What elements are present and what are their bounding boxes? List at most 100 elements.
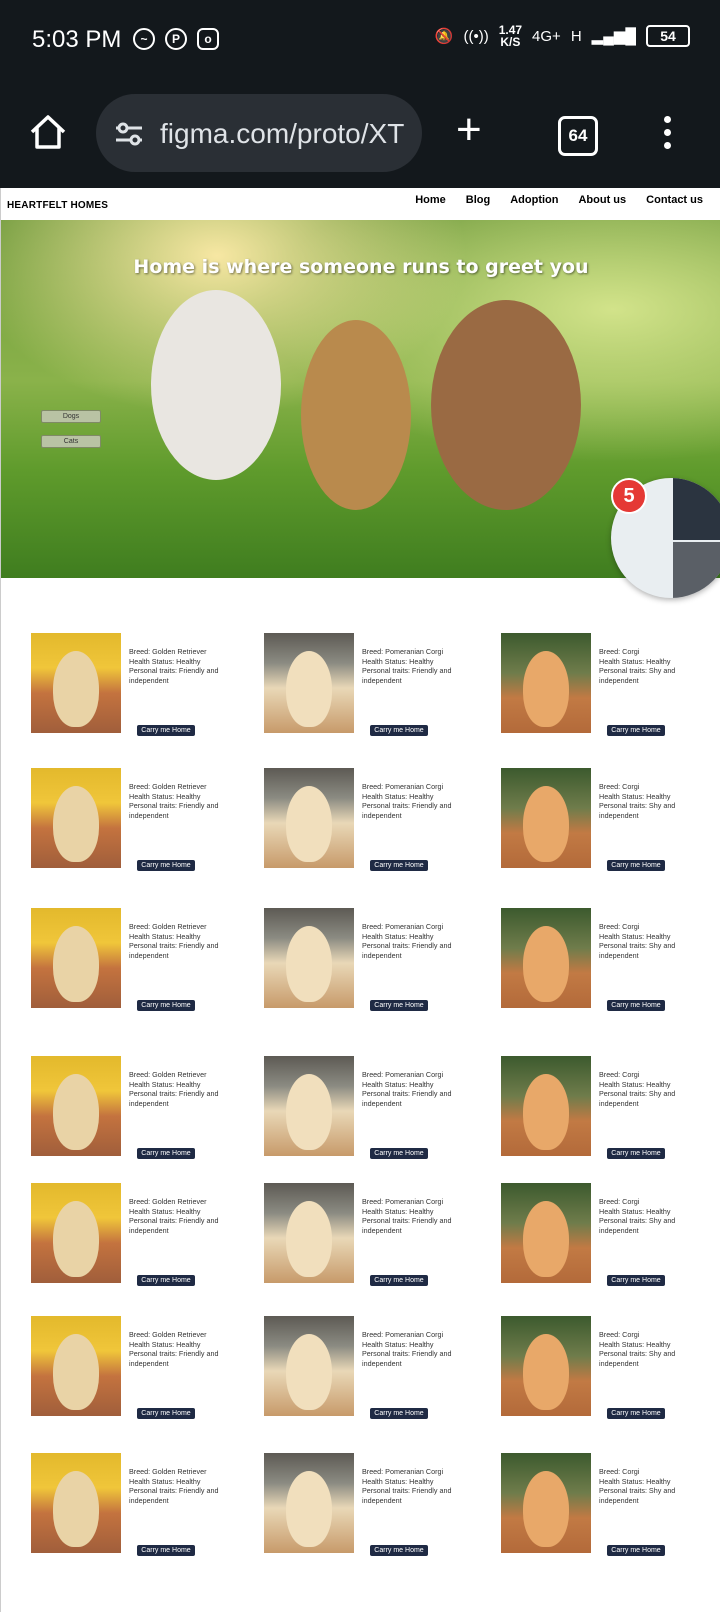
pet-figure [53, 651, 99, 727]
carry-me-home-button[interactable]: Carry me Home [137, 1000, 195, 1011]
pet-card-golden: Breed: Golden Retriever Health Status: He… [31, 1453, 241, 1563]
carry-me-home-button[interactable]: Carry me Home [607, 1545, 665, 1556]
pet-breed: Breed: Golden Retriever [129, 1070, 207, 1079]
nav-blog[interactable]: Blog [466, 194, 490, 206]
carry-me-home-button[interactable]: Carry me Home [370, 1408, 428, 1419]
pet-traits: Personal traits: Friendly and independen… [129, 941, 219, 960]
pet-traits: Personal traits: Friendly and independen… [129, 1349, 219, 1368]
pet-info: Breed: Golden Retriever Health Status: He… [129, 1070, 239, 1108]
site-settings-icon[interactable] [114, 122, 144, 146]
carry-me-home-button[interactable]: Carry me Home [370, 1148, 428, 1159]
pet-card-corgi: Breed: Corgi Health Status: Healthy Person… [501, 633, 711, 743]
pet-photo [31, 1056, 121, 1156]
pet-breed: Breed: Pomeranian Corgi [362, 1467, 444, 1476]
carry-me-home-button[interactable]: Carry me Home [137, 1148, 195, 1159]
hero-title: Home is where someone runs to greet you [133, 256, 589, 278]
nav-about[interactable]: About us [578, 194, 626, 206]
pet-health: Health Status: Healthy [362, 1339, 434, 1349]
pet-photo [264, 768, 354, 868]
pet-info: Breed: Pomeranian Corgi Health Status: He… [362, 1197, 472, 1235]
pet-health: Health Status: Healthy [362, 1079, 434, 1089]
site-nav: HEARTFELT HOMES Home Blog Adoption About… [1, 188, 720, 220]
carry-me-home-button[interactable]: Carry me Home [137, 725, 195, 736]
pet-health: Health Status: Healthy [129, 1206, 201, 1216]
pet-breed: Breed: Golden Retriever [129, 1467, 207, 1476]
carry-me-home-button[interactable]: Carry me Home [607, 860, 665, 871]
network-type: 4G+ [532, 27, 561, 45]
carry-me-home-button[interactable]: Carry me Home [607, 1148, 665, 1159]
pet-card-pom: Breed: Pomeranian Corgi Health Status: He… [264, 1453, 474, 1563]
pet-info: Breed: Corgi Health Status: Healthy Person… [599, 1070, 709, 1108]
more-menu-icon[interactable] [664, 116, 672, 155]
carry-me-home-button[interactable]: Carry me Home [607, 725, 665, 736]
kitten-tabby [301, 320, 411, 510]
pet-card-golden: Breed: Golden Retriever Health Status: He… [31, 1316, 241, 1426]
pet-traits: Personal traits: Friendly and independen… [362, 1089, 452, 1108]
pet-info: Breed: Corgi Health Status: Healthy Person… [599, 782, 709, 820]
pet-health: Health Status: Healthy [129, 931, 201, 941]
carry-me-home-button[interactable]: Carry me Home [370, 1000, 428, 1011]
carry-me-home-button[interactable]: Carry me Home [137, 860, 195, 871]
carry-me-home-button[interactable]: Carry me Home [370, 1275, 428, 1286]
nav-home[interactable]: Home [415, 194, 446, 206]
carry-me-home-button[interactable]: Carry me Home [370, 860, 428, 871]
pet-traits: Personal traits: Shy and independent [599, 1486, 676, 1505]
pet-photo [31, 1453, 121, 1553]
pet-info: Breed: Golden Retriever Health Status: He… [129, 1467, 239, 1505]
pet-health: Health Status: Healthy [129, 1339, 201, 1349]
pet-traits: Personal traits: Shy and independent [599, 666, 676, 685]
pet-info: Breed: Pomeranian Corgi Health Status: He… [362, 1070, 472, 1108]
filter-dogs-button[interactable]: Dogs [41, 410, 101, 423]
home-icon[interactable] [28, 112, 68, 152]
pet-photo [501, 908, 591, 1008]
pet-card-golden: Breed: Golden Retriever Health Status: He… [31, 768, 241, 878]
carry-me-home-button[interactable]: Carry me Home [137, 1275, 195, 1286]
chat-avatar-1 [673, 478, 720, 540]
pet-figure [523, 926, 569, 1002]
nav-adoption[interactable]: Adoption [510, 194, 558, 206]
pet-health: Health Status: Healthy [599, 1339, 671, 1349]
pinterest-icon: P [165, 28, 187, 50]
carry-me-home-button[interactable]: Carry me Home [137, 1545, 195, 1556]
pet-card-pom: Breed: Pomeranian Corgi Health Status: He… [264, 633, 474, 743]
pet-info: Breed: Corgi Health Status: Healthy Person… [599, 1197, 709, 1235]
pet-health: Health Status: Healthy [362, 1206, 434, 1216]
pet-info: Breed: Pomeranian Corgi Health Status: He… [362, 922, 472, 960]
pet-traits: Personal traits: Friendly and independen… [129, 666, 219, 685]
pet-breed: Breed: Corgi [599, 782, 640, 791]
new-tab-icon[interactable]: + [456, 108, 482, 152]
pet-figure [286, 1201, 332, 1277]
pet-breed: Breed: Pomeranian Corgi [362, 1070, 444, 1079]
pet-health: Health Status: Healthy [362, 791, 434, 801]
pet-breed: Breed: Golden Retriever [129, 782, 207, 791]
carry-me-home-button[interactable]: Carry me Home [607, 1275, 665, 1286]
pet-figure [53, 786, 99, 862]
signal-icon: ▂▄▆█ [591, 28, 636, 45]
nav-contact[interactable]: Contact us [646, 194, 703, 206]
pet-photo [264, 908, 354, 1008]
url-bar[interactable]: figma.com/proto/XT [96, 94, 422, 172]
instagram-icon: o [197, 28, 219, 50]
carry-me-home-button[interactable]: Carry me Home [607, 1000, 665, 1011]
web-page: HEARTFELT HOMES Home Blog Adoption About… [0, 188, 720, 1612]
pet-info: Breed: Golden Retriever Health Status: He… [129, 922, 239, 960]
browser-toolbar: figma.com/proto/XT + 64 [0, 80, 720, 188]
pet-info: Breed: Golden Retriever Health Status: He… [129, 1330, 239, 1368]
pet-figure [286, 786, 332, 862]
filter-cats-button[interactable]: Cats [41, 435, 101, 448]
site-brand[interactable]: HEARTFELT HOMES [7, 200, 108, 211]
chat-badge: 5 [611, 478, 647, 514]
pet-photo [264, 633, 354, 733]
carry-me-home-button[interactable]: Carry me Home [370, 1545, 428, 1556]
pet-info: Breed: Golden Retriever Health Status: He… [129, 782, 239, 820]
pet-figure [286, 651, 332, 727]
carry-me-home-button[interactable]: Carry me Home [607, 1408, 665, 1419]
carry-me-home-button[interactable]: Carry me Home [370, 725, 428, 736]
pet-card-golden: Breed: Golden Retriever Health Status: He… [31, 908, 241, 1018]
pet-health: Health Status: Healthy [599, 791, 671, 801]
carry-me-home-button[interactable]: Carry me Home [137, 1408, 195, 1419]
tab-switcher-button[interactable]: 64 [558, 116, 598, 156]
pet-figure [286, 1074, 332, 1150]
pet-card-corgi: Breed: Corgi Health Status: Healthy Person… [501, 1316, 711, 1426]
pet-info: Breed: Pomeranian Corgi Health Status: He… [362, 1467, 472, 1505]
